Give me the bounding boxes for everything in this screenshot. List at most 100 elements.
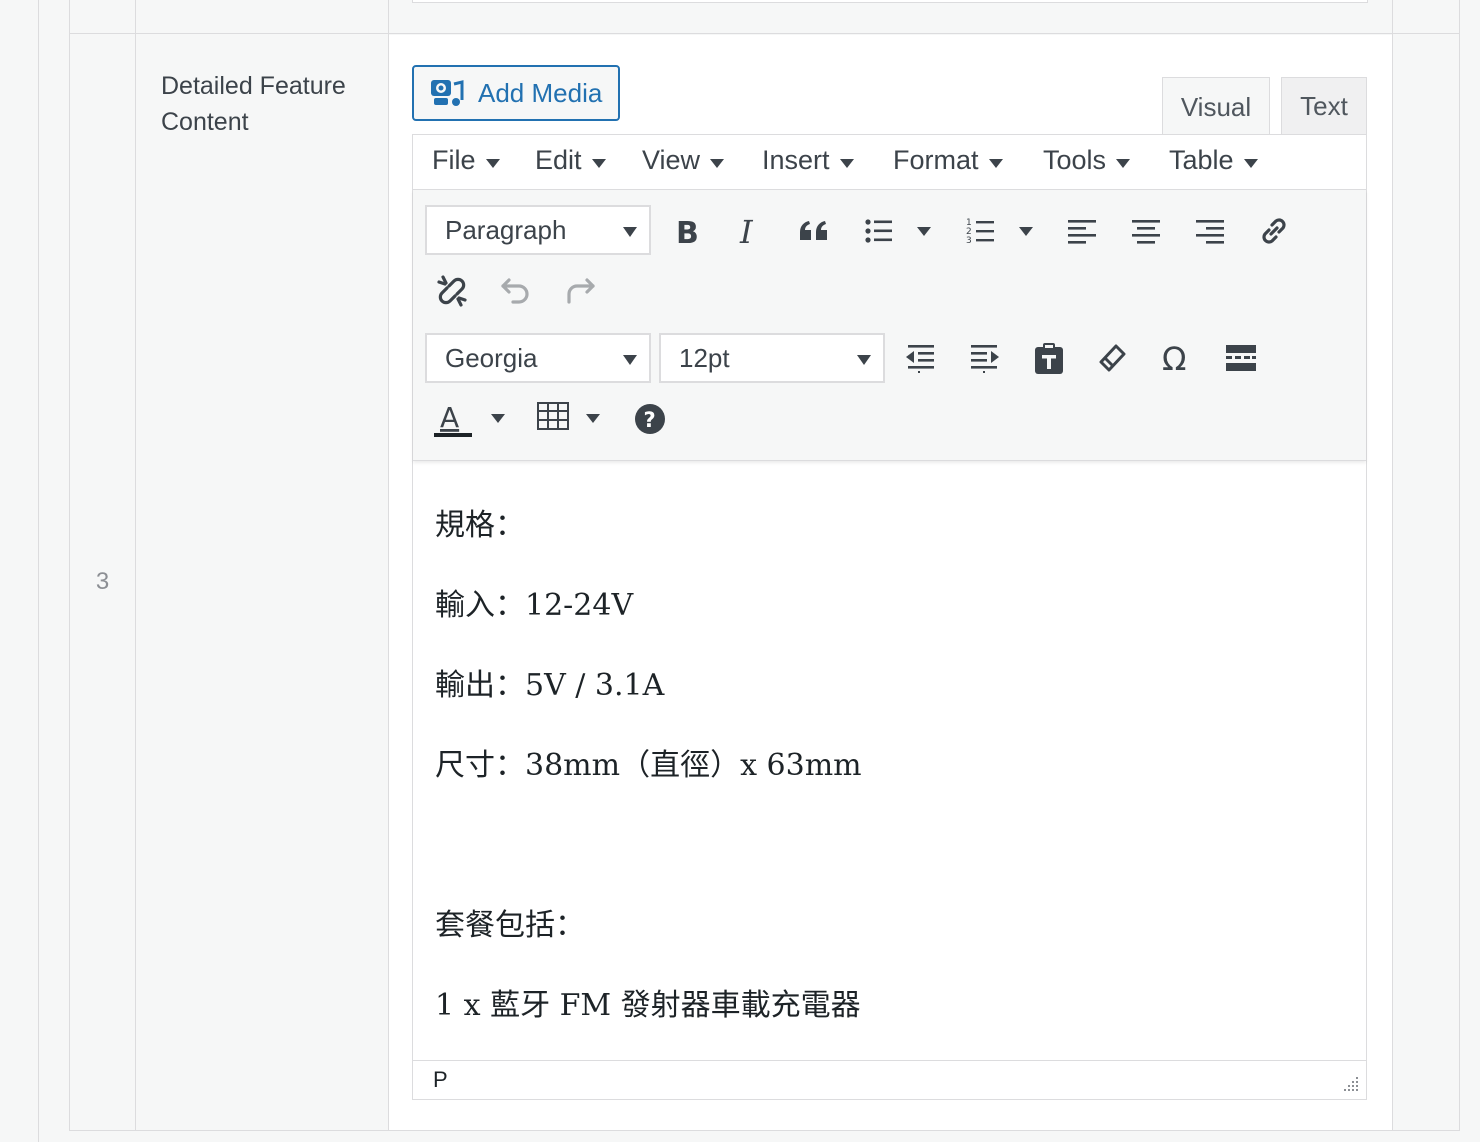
align-left-button[interactable] <box>1060 209 1104 253</box>
outdent-icon <box>906 345 934 373</box>
chevron-down-icon <box>839 159 854 168</box>
blockquote-button[interactable] <box>792 209 836 253</box>
clear-formatting-button[interactable] <box>1090 336 1134 380</box>
spec-output: 輸出：5V / 3.1A <box>435 668 665 703</box>
table-border <box>38 0 39 1142</box>
chevron-down-icon <box>591 159 606 168</box>
block-format-value: Paragraph <box>445 214 567 245</box>
omega-icon: Ω <box>1162 342 1186 374</box>
align-right-button[interactable] <box>1188 209 1232 253</box>
resize-handle-icon[interactable] <box>1340 1073 1360 1093</box>
menu-insert[interactable]: Insert <box>762 145 854 176</box>
font-family-value: Georgia <box>445 342 538 373</box>
font-size-select[interactable]: 12pt <box>659 333 885 383</box>
menu-tools[interactable]: Tools <box>1043 145 1131 176</box>
indent-icon <box>971 345 999 373</box>
menu-file[interactable]: File <box>432 145 500 176</box>
spec-heading: 規格： <box>435 508 525 543</box>
insert-link-button[interactable] <box>1252 209 1296 253</box>
tinymce-editor: File Edit View Insert Format Tools Table… <box>412 134 1367 1100</box>
svg-text:Ω: Ω <box>1162 342 1186 374</box>
block-format-select[interactable]: Paragraph <box>425 205 651 255</box>
numbered-list-icon: 1 2 3 <box>966 218 994 246</box>
add-media-button[interactable]: Add Media <box>412 65 620 121</box>
field-label: Detailed Feature Content <box>161 68 371 140</box>
link-icon <box>1262 218 1286 244</box>
align-center-button[interactable] <box>1124 209 1168 253</box>
font-family-select[interactable]: Georgia <box>425 333 651 383</box>
chevron-down-icon <box>710 159 725 168</box>
editor-menubar: File Edit View Insert Format Tools Table <box>413 135 1366 190</box>
remove-link-button[interactable] <box>430 269 474 313</box>
clipboard-icon <box>1035 343 1063 374</box>
bullet-list-button[interactable] <box>857 209 901 253</box>
svg-text:3: 3 <box>966 236 972 246</box>
chevron-down-icon <box>623 355 637 365</box>
numbered-list-dropdown[interactable] <box>1019 227 1033 236</box>
undo-icon <box>501 278 529 304</box>
chevron-down-icon <box>988 159 1003 168</box>
italic-button[interactable]: I <box>728 209 772 253</box>
font-size-value: 12pt <box>679 342 730 373</box>
indent-button[interactable] <box>963 336 1007 380</box>
numbered-list-button[interactable]: 1 2 3 <box>959 209 1003 253</box>
table-border <box>1459 0 1460 1131</box>
table-border <box>69 0 70 1131</box>
undo-button[interactable] <box>494 269 538 313</box>
italic-icon: I <box>739 216 754 246</box>
table-icon <box>537 402 569 430</box>
eraser-icon <box>1099 344 1126 372</box>
help-icon: ? <box>635 404 665 434</box>
menu-view[interactable]: View <box>642 145 725 176</box>
paste-text-button[interactable] <box>1027 336 1071 380</box>
chevron-down-icon <box>1116 159 1131 168</box>
read-more-button[interactable] <box>1219 336 1263 380</box>
svg-text:A: A <box>440 401 459 434</box>
svg-text:B: B <box>676 216 699 246</box>
special-character-button[interactable]: Ω <box>1155 336 1199 380</box>
menu-file-label: File <box>432 145 476 175</box>
package-heading: 套餐包括： <box>435 908 585 943</box>
element-path[interactable]: P <box>433 1067 448 1093</box>
field-label-text: Detailed Feature Content <box>161 72 346 136</box>
redo-button[interactable] <box>558 269 602 313</box>
redo-icon <box>567 278 595 304</box>
outdent-button[interactable] <box>898 336 942 380</box>
spec-input: 輸入：12-24V <box>435 588 634 623</box>
bullet-list-dropdown[interactable] <box>917 227 931 236</box>
menu-table-label: Table <box>1169 145 1234 175</box>
table-button[interactable] <box>531 394 575 438</box>
bold-button[interactable]: B <box>665 209 709 253</box>
menu-edit-label: Edit <box>535 145 582 175</box>
table-border <box>135 0 136 1131</box>
menu-tools-label: Tools <box>1043 145 1107 175</box>
text-color-dropdown[interactable] <box>491 414 505 423</box>
svg-text:?: ? <box>644 408 656 432</box>
chevron-down-icon <box>485 159 500 168</box>
bullet-list-icon <box>865 219 892 243</box>
menu-format[interactable]: Format <box>893 145 1003 176</box>
chevron-down-icon <box>623 227 637 237</box>
menu-edit[interactable]: Edit <box>535 145 606 176</box>
svg-text:I: I <box>739 216 754 246</box>
read-more-icon <box>1226 345 1256 371</box>
previous-field-box <box>412 0 1368 3</box>
align-center-icon <box>1132 220 1160 244</box>
menu-format-label: Format <box>893 145 979 175</box>
menu-view-label: View <box>642 145 701 175</box>
align-right-icon <box>1196 220 1224 244</box>
table-border <box>388 0 389 1131</box>
text-color-icon: A <box>434 401 472 437</box>
menu-table[interactable]: Table <box>1169 145 1258 176</box>
tab-visual[interactable]: Visual <box>1162 77 1270 136</box>
text-color-button[interactable]: A <box>430 397 474 441</box>
tab-text[interactable]: Text <box>1281 77 1367 135</box>
quote-icon <box>800 221 827 240</box>
package-item: 1 x 藍牙 FM 發射器車載充電器 <box>435 988 861 1023</box>
row-divider <box>69 33 1460 34</box>
add-media-icon <box>431 80 464 106</box>
table-dropdown[interactable] <box>586 414 600 423</box>
editor-statusbar: P <box>413 1060 1366 1099</box>
keyboard-shortcuts-button[interactable]: ? <box>628 397 672 441</box>
align-left-icon <box>1068 220 1096 244</box>
